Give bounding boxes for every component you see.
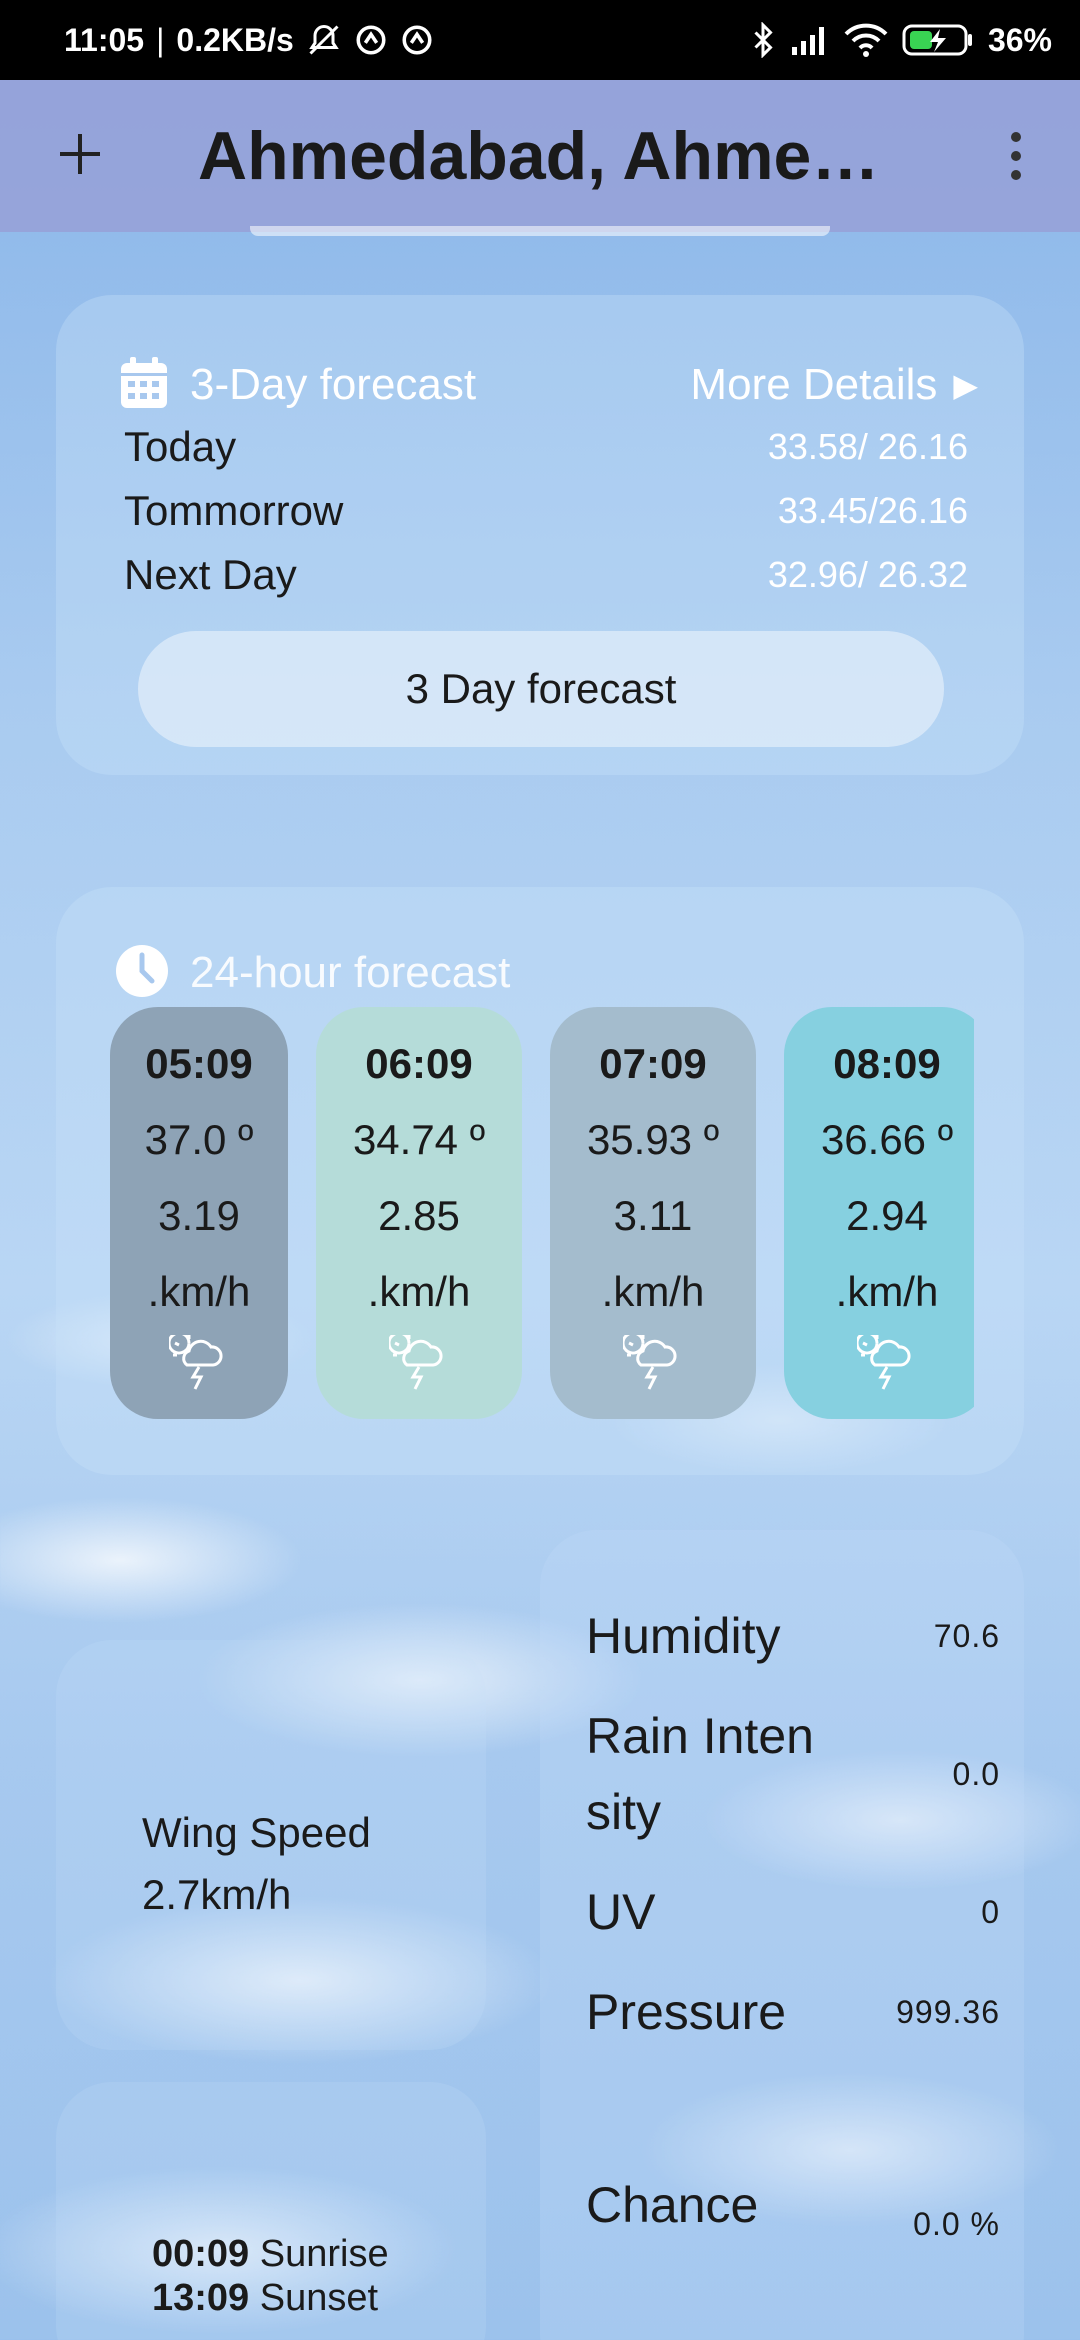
status-left: 11:05 | 0.2KB/s <box>64 22 434 59</box>
status-net-speed: 0.2KB/s <box>176 21 294 58</box>
weather-details-card: Humidity 70.6 Rain Intensity 0.0 UV 0 Pr… <box>540 1530 1024 2340</box>
forecast-day: Next Day <box>124 551 297 598</box>
forecast-24h-header: 24-hour forecast <box>114 943 510 1003</box>
forecast-3day-header: 3-Day forecast More Details ▶ <box>118 355 978 415</box>
hour-wind-unit: .km/h <box>367 1268 471 1315</box>
hour-wind: 3.19 <box>158 1192 240 1239</box>
forecast-3day-title: 3-Day forecast <box>190 360 477 409</box>
detail-label: Rain Intensity <box>586 1708 814 1840</box>
detail-row: UV 0 <box>586 1874 1000 1950</box>
forecast-24h-card: 24-hour forecast 05:09 37.0 º 3.19 .km/h… <box>56 887 1024 1475</box>
detail-row: Humidity 70.6 <box>586 1598 1000 1674</box>
status-time: 11:05 <box>64 21 145 58</box>
detail-value: 70.6 <box>933 1617 1000 1654</box>
status-bar: 11:05 | 0.2KB/s 36% <box>0 0 1080 80</box>
detail-label: Pressure <box>586 1984 787 2040</box>
hour-temp: 35.93 º <box>586 1116 720 1163</box>
hour-time: 08:09 <box>833 1040 941 1087</box>
hour-wind: 2.85 <box>378 1192 460 1239</box>
thunderstorm-sun-icon <box>623 1333 683 1393</box>
vpn-icon <box>354 23 388 57</box>
sunrise-label: Sunrise <box>259 2233 389 2275</box>
detail-value: 0.0 % <box>913 2206 1000 2242</box>
forecast-temps: 33.45/26.16 <box>777 490 968 531</box>
forecast-3day-row: Next Day 32.96/ 26.32 <box>124 543 968 607</box>
hour-temp: 36.66 º <box>820 1116 954 1163</box>
signal-icon <box>790 25 830 55</box>
more-details-link[interactable]: More Details ▶ <box>690 360 978 410</box>
detail-row: Pressure 999.36 <box>586 1974 1000 2050</box>
add-location-button[interactable] <box>50 124 110 184</box>
forecast-day: Tommorrow <box>124 487 344 534</box>
wifi-icon <box>844 23 888 57</box>
status-divider: | <box>156 21 165 58</box>
detail-value: 999.36 <box>896 1993 1000 2030</box>
hour-wind: 3.11 <box>613 1192 693 1239</box>
hourly-card[interactable]: 08:09 36.66 º 2.94 .km/h <box>784 1007 974 1419</box>
hour-time: 07:09 <box>599 1040 707 1087</box>
hour-wind-unit: .km/h <box>147 1268 251 1315</box>
forecast-day: Today <box>124 423 237 470</box>
thunderstorm-sun-icon <box>857 1333 917 1393</box>
hourly-card[interactable]: 06:09 34.74 º 2.85 .km/h <box>316 1007 522 1419</box>
hourly-card[interactable]: 07:09 35.93 º 3.11 .km/h <box>550 1007 756 1419</box>
forecast-3day-list: Today 33.58/ 26.16 Tommorrow 33.45/26.16… <box>124 415 968 607</box>
app-bar: Ahmedabad, Ahmed… <box>0 80 1080 232</box>
sunset-time: 13:09 <box>152 2277 250 2319</box>
sunset-label: Sunset <box>259 2277 379 2319</box>
detail-value: 0 <box>981 1893 1000 1930</box>
battery-percent: 36% <box>987 21 1052 58</box>
hour-time: 05:09 <box>145 1040 253 1087</box>
vpn-icon <box>400 23 434 57</box>
hourly-forecast-strip[interactable]: 05:09 37.0 º 3.19 .km/h 06:09 34.74 º 2.… <box>110 1007 974 1427</box>
clock-icon <box>114 943 170 1004</box>
wind-speed-label: Wing Speed <box>142 1809 371 1856</box>
detail-label: Chance <box>586 2176 759 2233</box>
detail-row: Chance 0.0 % <box>586 2166 1000 2243</box>
wind-speed-value: 2.7km/h <box>142 1871 292 1918</box>
play-arrow-icon: ▶ <box>953 367 978 403</box>
sunrise-row: 00:09 Sunrise <box>152 2232 389 2276</box>
hour-wind-unit: .km/h <box>835 1268 939 1315</box>
detail-label: UV <box>586 1884 656 1940</box>
detail-row: Rain Intensity 0.0 <box>586 1698 1000 1850</box>
forecast-temps: 32.96/ 26.32 <box>767 554 968 595</box>
plus-icon <box>60 134 100 174</box>
hour-time: 06:09 <box>365 1040 473 1087</box>
sun-times-card: 00:09 Sunrise 13:09 Sunset <box>56 2082 486 2340</box>
forecast-3day-title-wrap: 3-Day forecast <box>118 355 476 416</box>
battery-charging-icon <box>902 23 974 57</box>
sunrise-time: 00:09 <box>152 2233 250 2275</box>
sun-times: 00:09 Sunrise 13:09 Sunset <box>152 2232 389 2320</box>
forecast-3day-card: 3-Day forecast More Details ▶ Today 33.5… <box>56 295 1024 775</box>
page-title: Ahmedabad, Ahmed… <box>198 118 918 194</box>
hourly-card[interactable]: 05:09 37.0 º 3.19 .km/h <box>110 1007 288 1419</box>
hour-temp: 37.0 º <box>144 1116 254 1163</box>
more-details-label: More Details <box>690 360 938 409</box>
forecast-temps: 33.58/ 26.16 <box>767 426 968 467</box>
hour-wind: 2.94 <box>846 1192 928 1239</box>
detail-label: Humidity <box>586 1608 781 1664</box>
sunset-row: 13:09 Sunset <box>152 2276 389 2320</box>
hour-temp: 34.74 º <box>352 1116 486 1163</box>
forecast-3day-button[interactable]: 3 Day forecast <box>138 631 944 747</box>
hour-wind-unit: .km/h <box>601 1268 705 1315</box>
detail-value: 0.0 <box>952 1755 1000 1792</box>
mute-alarm-icon <box>306 22 342 58</box>
forecast-24h-title: 24-hour forecast <box>190 948 511 997</box>
wind-speed-text: Wing Speed 2.7km/h <box>142 1802 371 1926</box>
bluetooth-icon <box>750 22 776 58</box>
scrolled-content-edge <box>250 226 830 236</box>
thunderstorm-sun-icon <box>169 1333 229 1393</box>
more-vert-icon[interactable] <box>996 126 1036 186</box>
calendar-icon <box>118 355 170 416</box>
thunderstorm-sun-icon <box>389 1333 449 1393</box>
status-right: 36% <box>750 22 1052 59</box>
forecast-3day-row: Today 33.58/ 26.16 <box>124 415 968 479</box>
forecast-3day-row: Tommorrow 33.45/26.16 <box>124 479 968 543</box>
wind-speed-card: Wing Speed 2.7km/h <box>56 1640 486 2050</box>
